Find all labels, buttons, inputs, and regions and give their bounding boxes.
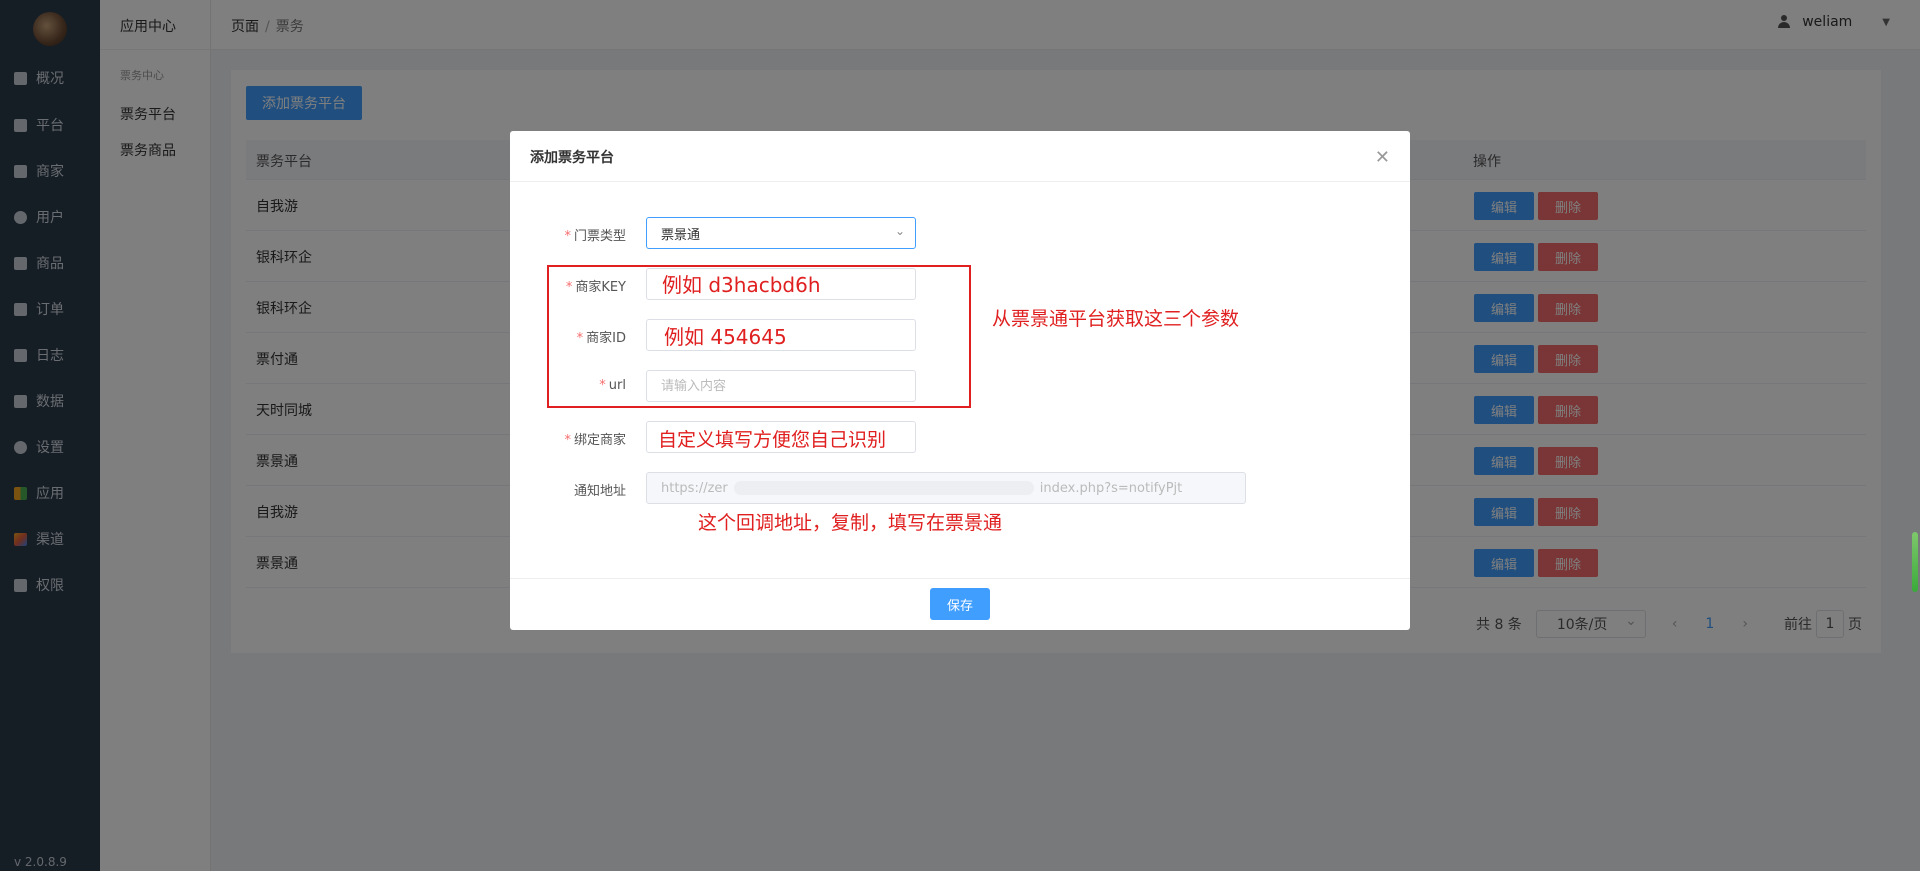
ticket-type-label: * 门票类型	[564, 229, 626, 244]
notify-url-label: 通知地址	[573, 484, 626, 499]
ticket-type-select[interactable]: 票景通 ⌄	[646, 217, 916, 249]
save-button[interactable]: 保存	[930, 588, 990, 620]
annotation-callback-note: 这个回调地址，复制，填写在票景通	[698, 512, 1003, 534]
add-ticket-platform-dialog: 添加票务平台 ✕ *门票类型 票景通 ⌄ *商家KEY *商家ID *url *…	[510, 131, 1410, 630]
divider	[510, 181, 1410, 182]
annotation-merchant-id-example: 例如 454645	[664, 325, 787, 349]
required-mark: *	[564, 229, 571, 244]
annotation-merchant-key-example: 例如 d3hacbd6h	[662, 273, 821, 297]
scrollbar-thumb[interactable]	[1912, 532, 1918, 592]
annotation-params-note: 从票景通平台获取这三个参数	[992, 308, 1240, 330]
bind-merchant-label: * 绑定商家	[564, 433, 626, 448]
redacted-url-segment	[733, 481, 1034, 495]
annotation-bind-merchant: 自定义填写方便您自己识别	[658, 429, 887, 451]
required-mark: *	[564, 433, 571, 448]
close-icon[interactable]: ✕	[1375, 147, 1390, 168]
notify-url-field[interactable]: https://zer index.php?s=notifyPjt	[646, 472, 1246, 504]
dialog-title: 添加票务平台	[530, 150, 614, 166]
chevron-down-icon: ⌄	[894, 224, 905, 238]
notify-url-value-start: https://zer	[661, 480, 728, 496]
notify-url-value-end: index.php?s=notifyPjt	[1039, 480, 1183, 496]
divider	[510, 578, 1410, 579]
